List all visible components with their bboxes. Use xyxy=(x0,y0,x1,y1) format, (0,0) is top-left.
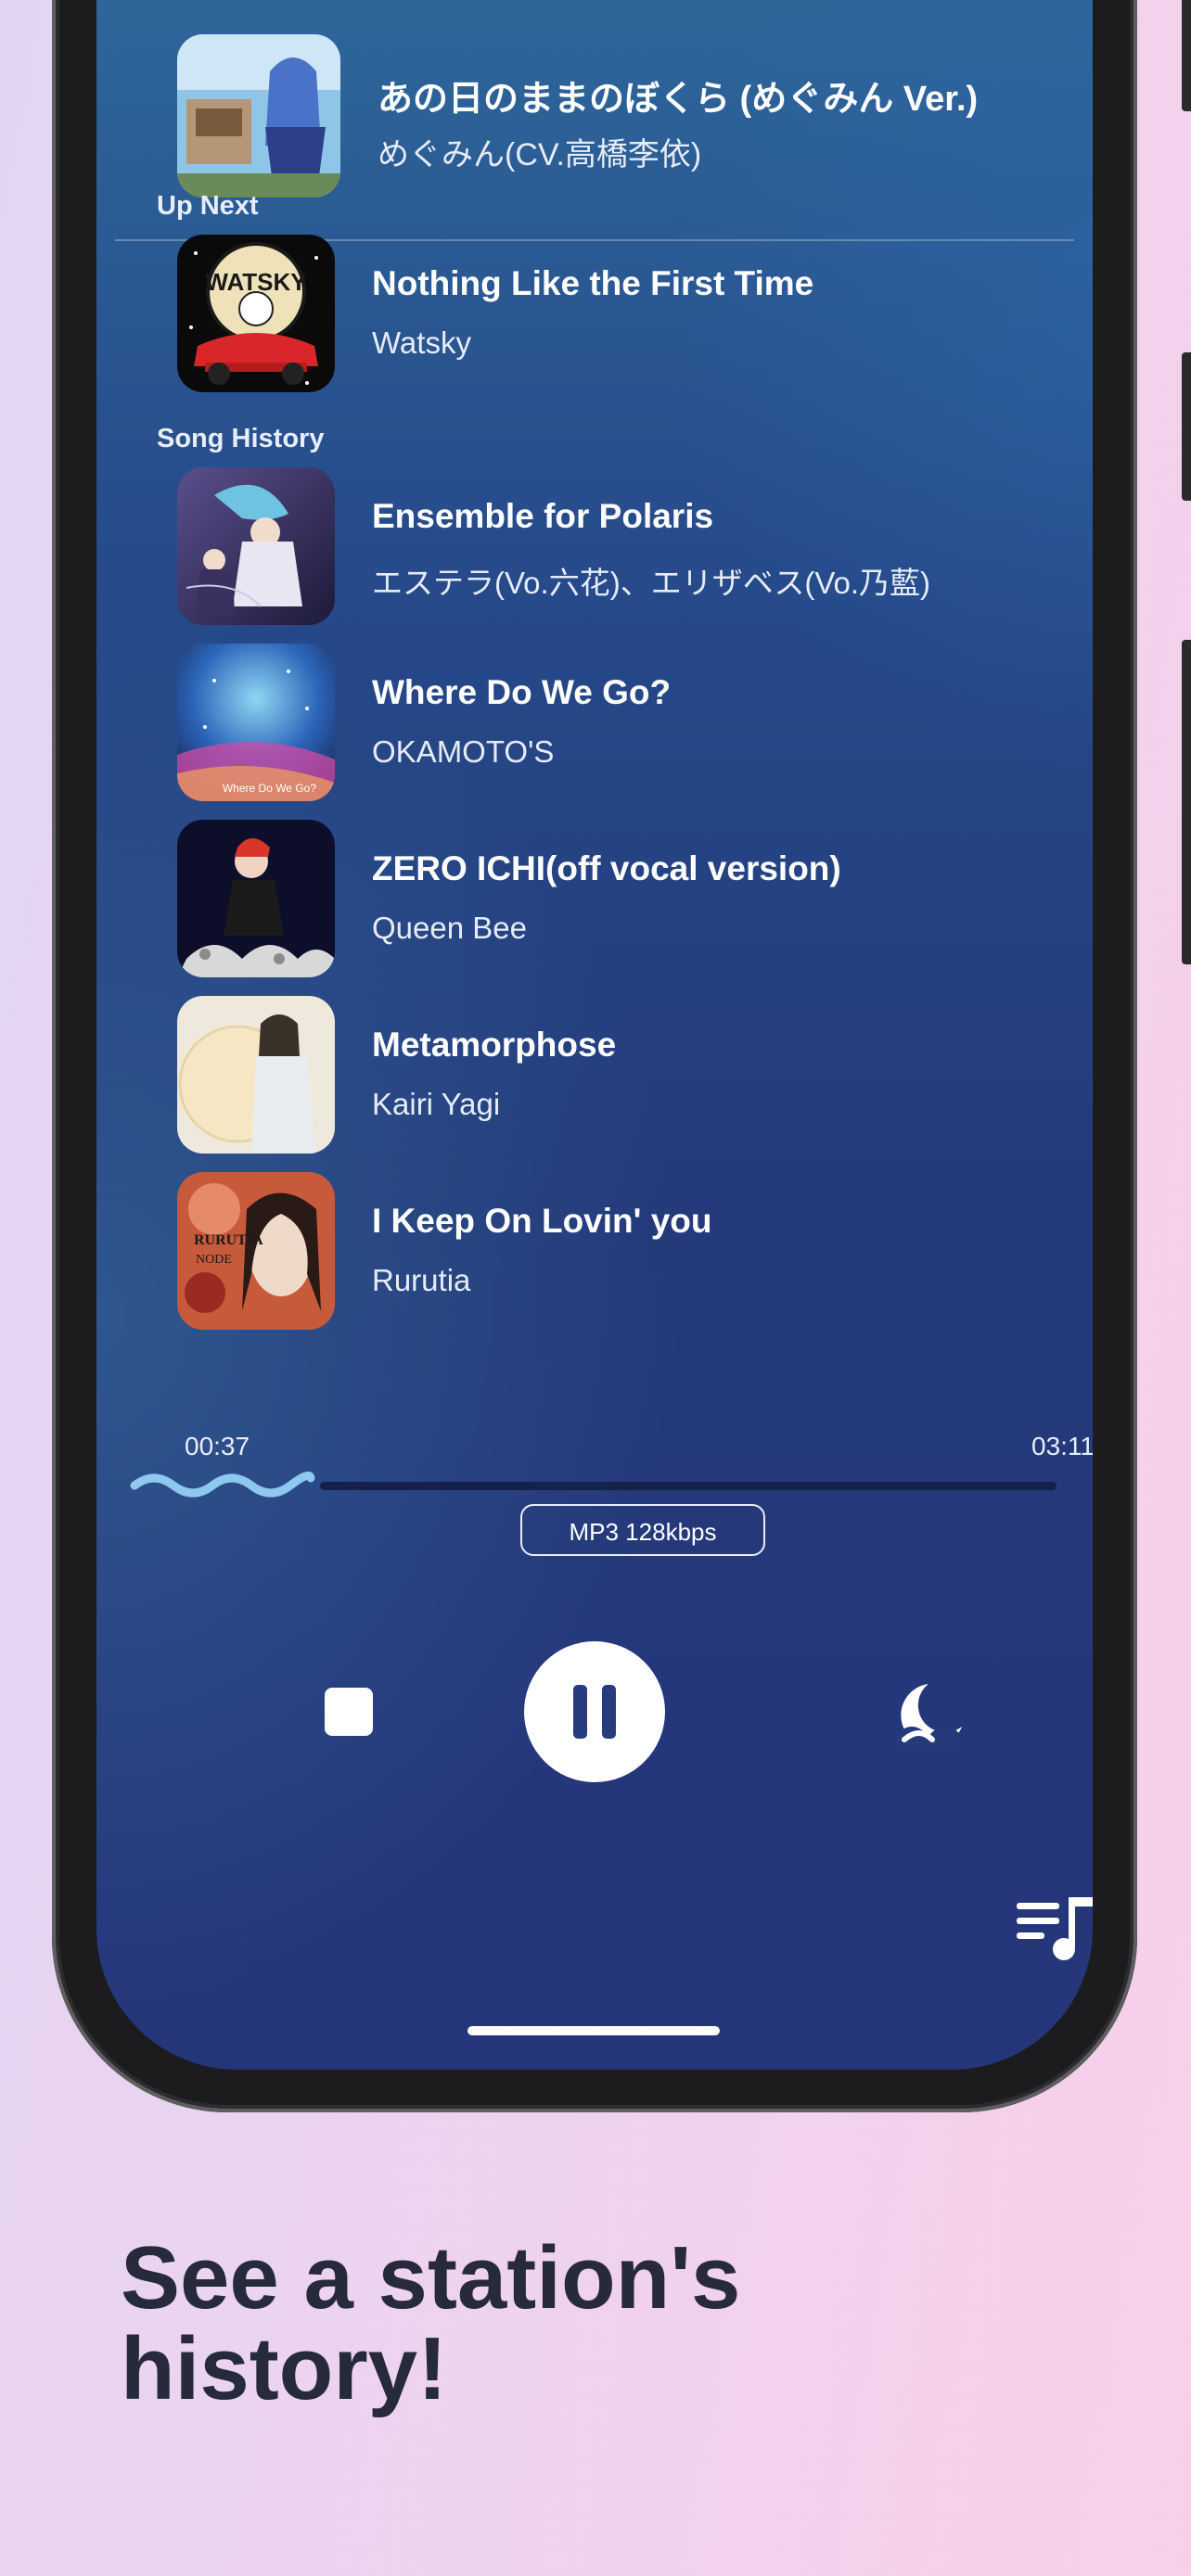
history-item[interactable]: ZERO ICHI(off vocal version) Queen Bee xyxy=(177,820,1068,977)
song-title: Ensemble for Polaris xyxy=(372,497,714,535)
total-duration: 03:11 xyxy=(1031,1432,1093,1460)
queue-music-icon[interactable] xyxy=(1011,1890,1093,1964)
song-artist: OKAMOTO'S xyxy=(372,734,555,769)
headline-line-2: history! xyxy=(121,2319,448,2418)
svg-text:Where Do We Go?: Where Do We Go? xyxy=(223,782,316,795)
sleep-timer-icon[interactable] xyxy=(893,1680,967,1754)
phone-frame: あの日のままのぼくら (めぐみん Ver.) めぐみん(CV.高橋李依) Up … xyxy=(52,0,1191,2112)
history-item[interactable]: Ensemble for Polaris エステラ(Vo.六花)、エリザベス(V… xyxy=(177,467,1068,625)
elapsed-time: 00:37 xyxy=(185,1432,250,1460)
album-art xyxy=(177,467,335,625)
album-art xyxy=(177,996,335,1154)
now-playing-album-art xyxy=(177,34,340,198)
player-screen: あの日のままのぼくら (めぐみん Ver.) めぐみん(CV.高橋李依) Up … xyxy=(96,0,1093,2070)
up-next-item[interactable]: WATSKY Nothing Like the First Time Watsk… xyxy=(177,235,1068,392)
phone-side-button xyxy=(1182,352,1191,501)
song-title: ZERO ICHI(off vocal version) xyxy=(372,849,841,887)
progress-slider[interactable] xyxy=(130,1465,1069,1502)
song-artist: Watsky xyxy=(372,325,471,360)
album-art: Where Do We Go? xyxy=(177,644,335,801)
song-title: I Keep On Lovin' you xyxy=(372,1202,712,1240)
history-item[interactable]: Where Do We Go? Where Do We Go? OKAMOTO'… xyxy=(177,644,1068,801)
progress-wave xyxy=(130,1471,315,1498)
phone-side-button xyxy=(1182,0,1191,111)
song-artist: エステラ(Vo.六花)、エリザベス(Vo.乃藍) xyxy=(372,566,931,600)
promo-headline: See a station's history! xyxy=(121,2233,1141,2415)
song-title: Nothing Like the First Time xyxy=(372,264,814,302)
song-title: Where Do We Go? xyxy=(372,673,672,711)
now-playing-row[interactable]: あの日のままのぼくら (めぐみん Ver.) めぐみん(CV.高橋李依) xyxy=(177,34,1068,198)
song-artist: Kairi Yagi xyxy=(372,1087,501,1121)
now-playing-title: あの日のままのぼくら (めぐみん Ver.) xyxy=(378,80,979,119)
up-next-label: Up Next xyxy=(157,191,259,221)
stop-icon[interactable] xyxy=(325,1688,373,1736)
now-playing-artist: めぐみん(CV.高橋李依) xyxy=(378,137,702,172)
phone-side-button xyxy=(1182,640,1191,964)
home-indicator[interactable] xyxy=(467,2026,720,2035)
album-art: RURUTIA NODE xyxy=(177,1172,335,1330)
progress-track xyxy=(320,1482,1057,1490)
song-title: Metamorphose xyxy=(372,1026,617,1064)
song-history-label: Song History xyxy=(157,424,325,453)
headline-line-1: See a station's xyxy=(121,2228,741,2327)
album-art xyxy=(177,820,335,977)
song-artist: Rurutia xyxy=(372,1263,471,1297)
stream-format-badge: MP3 128kbps xyxy=(520,1504,765,1556)
song-artist: Queen Bee xyxy=(372,911,527,945)
album-art: WATSKY xyxy=(177,235,335,392)
pause-button[interactable] xyxy=(524,1641,665,1782)
history-item[interactable]: Metamorphose Kairi Yagi xyxy=(177,996,1068,1154)
history-item[interactable]: RURUTIA NODE I Keep On Lovin' you Ruruti… xyxy=(177,1172,1068,1330)
svg-text:RURUTIA: RURUTIA xyxy=(194,1232,263,1248)
svg-text:NODE: NODE xyxy=(196,1253,232,1267)
